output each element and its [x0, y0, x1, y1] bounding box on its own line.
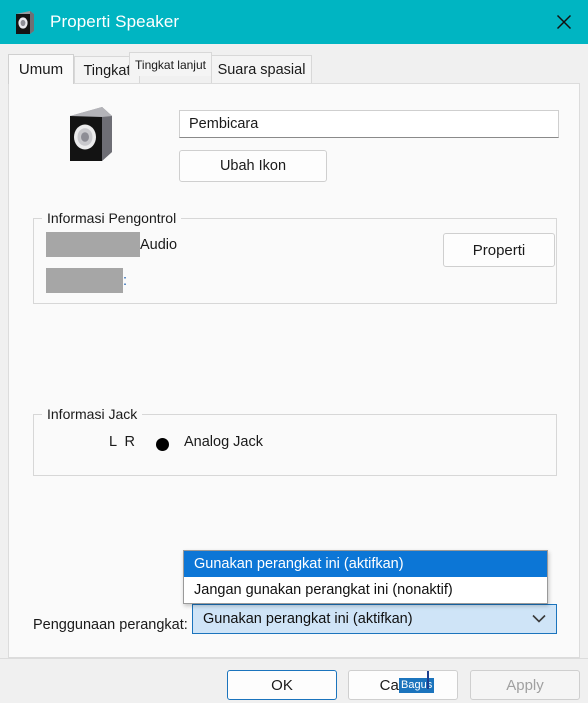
ok-button[interactable]: OK — [227, 670, 337, 700]
change-icon-button[interactable]: Ubah Ikon — [179, 150, 327, 182]
tab-strip: Umum Tingkat Tingkat lanjut Suara spasia… — [0, 44, 588, 84]
tab-tingkat-lanjut[interactable]: Tingkat lanjut — [129, 52, 212, 76]
speaker-device-icon — [70, 107, 112, 161]
tab-umum[interactable]: Umum — [8, 54, 74, 84]
tab-suara-spasial[interactable]: Suara spasial — [211, 55, 312, 84]
device-usage-selected-value: Gunakan perangkat ini (aktifkan) — [203, 611, 413, 627]
device-usage-label: Penggunaan perangkat: — [33, 617, 188, 633]
close-icon — [556, 14, 572, 30]
device-usage-combobox[interactable]: Gunakan perangkat ini (aktifkan) — [192, 604, 557, 634]
window-title: Properti Speaker — [50, 12, 180, 31]
controller-audio-label: Audio — [140, 237, 178, 253]
device-name-input[interactable] — [179, 110, 559, 138]
jack-info-title: Informasi Jack — [42, 406, 143, 422]
controller-info-group: Informasi Pengontrol Audio : Properti — [33, 210, 557, 304]
apply-button: Apply — [470, 670, 580, 700]
dialog-footer: OK Cancel Apply — [0, 658, 588, 703]
text-caret — [427, 671, 429, 689]
device-usage-dropdown-list[interactable]: Gunakan perangkat ini (aktifkan) Jangan … — [183, 550, 548, 604]
redacted-controller-name — [46, 232, 140, 257]
redacted-controller-vendor — [46, 268, 123, 293]
speaker-icon — [16, 11, 34, 34]
jack-type-label: Analog Jack — [184, 434, 263, 450]
title-bar: Properti Speaker — [0, 0, 588, 44]
jack-dot-icon — [156, 438, 169, 451]
dropdown-option-enable[interactable]: Gunakan perangkat ini (aktifkan) — [184, 551, 547, 577]
jack-info-group: Informasi Jack L R Analog Jack — [33, 406, 557, 476]
dropdown-option-disable[interactable]: Jangan gunakan perangkat ini (nonaktif) — [184, 577, 547, 603]
jack-channels-label: L R — [109, 434, 138, 450]
controller-info-title: Informasi Pengontrol — [42, 210, 182, 226]
controller-properties-button[interactable]: Properti — [443, 233, 555, 267]
controller-vendor-suffix: : — [123, 273, 128, 289]
chevron-down-icon — [532, 614, 546, 623]
speaker-properties-dialog: Properti Speaker Umum Tingkat Tingkat la… — [0, 0, 588, 703]
close-button[interactable] — [540, 0, 588, 44]
